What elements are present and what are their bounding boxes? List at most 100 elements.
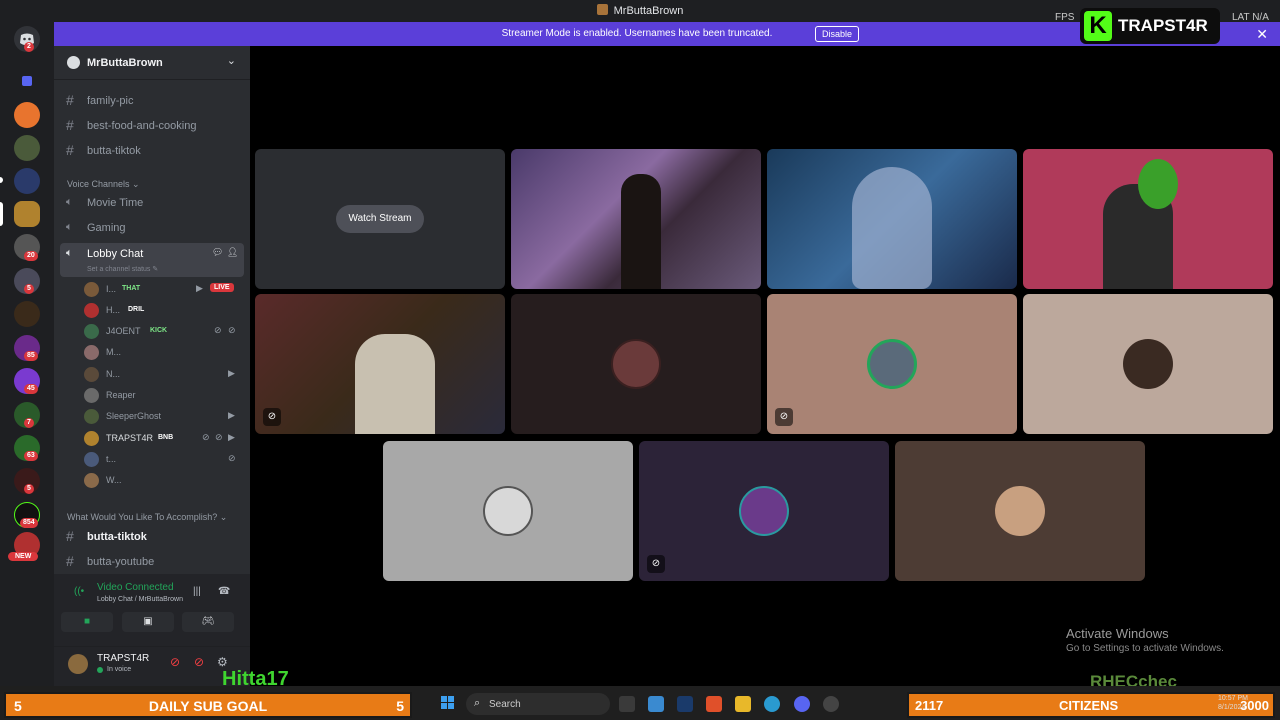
avatar xyxy=(1123,339,1173,389)
steam-icon[interactable] xyxy=(677,696,693,712)
user-tag: THAT xyxy=(122,285,141,292)
signal-icon[interactable]: ((• xyxy=(74,586,84,597)
voice-user[interactable]: W... xyxy=(84,470,244,490)
server-icon-selected[interactable] xyxy=(14,201,40,227)
avatar xyxy=(84,367,99,382)
edge-icon[interactable] xyxy=(764,696,780,712)
file-explorer-icon[interactable] xyxy=(735,696,751,712)
citizens-label: CITIZENS xyxy=(1059,698,1119,713)
new-badge: NEW xyxy=(8,552,39,561)
leaf-graphic xyxy=(1138,159,1178,209)
obs-icon[interactable] xyxy=(823,696,839,712)
server-header[interactable]: MrButtaBrown ⌄ xyxy=(54,46,250,80)
deafen-icon: ⊘ xyxy=(215,432,223,442)
inbox-icon[interactable] xyxy=(14,68,40,94)
speaker-icon: 🔈︎ xyxy=(66,247,73,259)
speaker-icon: 🔈︎ xyxy=(66,196,73,208)
discord-taskbar-icon[interactable] xyxy=(794,696,810,712)
chat-bubble-icon[interactable]: 💬︎ xyxy=(212,247,223,258)
server-icon[interactable] xyxy=(14,135,40,161)
voice-user[interactable]: J4OENT KICK ⊘ ⊘ xyxy=(84,321,244,341)
deafen-icon[interactable]: ⊘ xyxy=(194,655,204,669)
server-icon[interactable] xyxy=(14,168,40,194)
mention-badge: 85 xyxy=(24,351,38,361)
server-icon-peach[interactable] xyxy=(14,102,40,128)
video-tile[interactable] xyxy=(1023,149,1273,289)
avatar[interactable] xyxy=(68,654,88,674)
voice-location[interactable]: Lobby Chat / MrButtaBrown xyxy=(97,596,183,603)
video-tile[interactable]: ⊘ xyxy=(255,294,505,434)
voice-user[interactable]: I... THAT ▶ LIVE xyxy=(84,279,244,299)
chevron-down-icon[interactable]: ⌄ xyxy=(227,54,236,67)
avatar xyxy=(84,303,99,318)
citizens-count: 2117 xyxy=(915,698,944,713)
mention-badge: 63 xyxy=(24,451,38,461)
category-accomplish[interactable]: What Would You Like To Accomplish? ⌄ xyxy=(67,512,227,523)
video-tile[interactable] xyxy=(383,441,633,581)
taskbar-clock[interactable]: 10:57 PM 8/1/2024 xyxy=(1218,694,1248,712)
watch-stream-button[interactable]: Watch Stream xyxy=(336,205,424,233)
soundboard-icon[interactable]: ✧ xyxy=(204,616,212,627)
voice-user[interactable]: TRAPST4R BNB ⊘ ⊘ ▶ xyxy=(84,428,244,448)
video-tile[interactable]: ⊘ xyxy=(767,294,1017,434)
video-tile[interactable] xyxy=(895,441,1145,581)
voice-user[interactable]: SleeperGhost ▶ xyxy=(84,406,244,426)
taskbar-search[interactable]: ⌕ Search xyxy=(466,693,610,715)
channel-butta-tiktok[interactable]: # butta-tiktok xyxy=(60,140,244,162)
server-icon[interactable] xyxy=(14,301,40,327)
voice-user[interactable]: Reaper xyxy=(84,385,244,405)
voice-user[interactable]: H... DRIL xyxy=(84,300,244,320)
avatar xyxy=(84,452,99,467)
video-tile[interactable] xyxy=(511,294,761,434)
user-panel: TRAPST4R In voice ⊘ ⊘ ⚙ xyxy=(54,646,250,686)
mic-muted-icon: ⊘ xyxy=(775,408,793,426)
disable-streamer-mode-button[interactable]: Disable xyxy=(815,26,859,42)
channel-family-pic[interactable]: # family-pic xyxy=(60,90,244,112)
camera-icon: ▶ xyxy=(228,432,235,442)
noise-suppression-icon[interactable]: ||| xyxy=(193,586,201,597)
screen-share-button[interactable]: ▣ xyxy=(122,612,174,632)
voice-user[interactable]: t... ⊘ xyxy=(84,449,244,469)
channel-butta-tiktok-2[interactable]: # butta-tiktok xyxy=(60,526,244,548)
avatar xyxy=(84,431,99,446)
widgets-icon[interactable] xyxy=(648,696,664,712)
voice-channel-gaming[interactable]: 🔈︎ Gaming xyxy=(60,217,244,239)
user-status: In voice xyxy=(107,666,132,673)
mic-muted-icon[interactable]: ⊘ xyxy=(170,655,180,669)
participant-figure xyxy=(621,174,661,289)
activate-windows-subtitle: Go to Settings to activate Windows. xyxy=(1066,643,1224,654)
brave-icon[interactable] xyxy=(706,696,722,712)
channel-best-food-and-cooking[interactable]: # best-food-and-cooking xyxy=(60,115,244,137)
camera-toggle-button[interactable]: ■ xyxy=(61,612,113,632)
voice-user[interactable]: N... ▶ xyxy=(84,364,244,384)
mention-badge: 45 xyxy=(24,384,38,394)
goal-label: DAILY SUB GOAL xyxy=(148,698,268,714)
close-icon[interactable]: ✕ xyxy=(1256,26,1268,43)
mic-muted-icon: ⊘ xyxy=(202,432,210,442)
app-icon xyxy=(596,4,608,15)
goal-target: 5 xyxy=(396,698,404,714)
task-view-icon[interactable] xyxy=(619,696,635,712)
gear-icon[interactable]: ⚙ xyxy=(217,655,228,669)
video-tile[interactable] xyxy=(767,149,1017,289)
unread-badge: 2 xyxy=(24,42,34,52)
disconnect-icon[interactable]: ☎︎ xyxy=(218,586,230,597)
voice-user[interactable]: M... xyxy=(84,342,244,362)
stream-tile[interactable]: Watch Stream xyxy=(255,149,505,289)
activate-windows-title: Activate Windows xyxy=(1066,626,1169,641)
hash-icon: # xyxy=(66,92,74,108)
add-user-icon[interactable]: 👤︎ xyxy=(227,247,238,258)
speaker-icon: 🔈︎ xyxy=(66,221,73,233)
video-tile[interactable] xyxy=(1023,294,1273,434)
video-tile[interactable]: ⊘ xyxy=(639,441,889,581)
voice-channel-movie-time[interactable]: 🔈︎ Movie Time xyxy=(60,192,244,214)
windows-start-icon[interactable] xyxy=(441,696,455,710)
category-voice-channels[interactable]: Voice Channels ⌄ xyxy=(67,179,140,190)
kick-overlay: K TRAPST4R xyxy=(1080,8,1220,44)
channel-status-hint[interactable]: Set a channel status ✎ xyxy=(87,265,158,273)
video-tile[interactable] xyxy=(511,149,761,289)
channel-butta-youtube[interactable]: # butta-youtube xyxy=(60,551,244,573)
mic-muted-icon: ⊘ xyxy=(228,453,236,463)
username: TRAPST4R xyxy=(97,653,150,664)
mic-muted-icon: ⊘ xyxy=(214,325,222,335)
